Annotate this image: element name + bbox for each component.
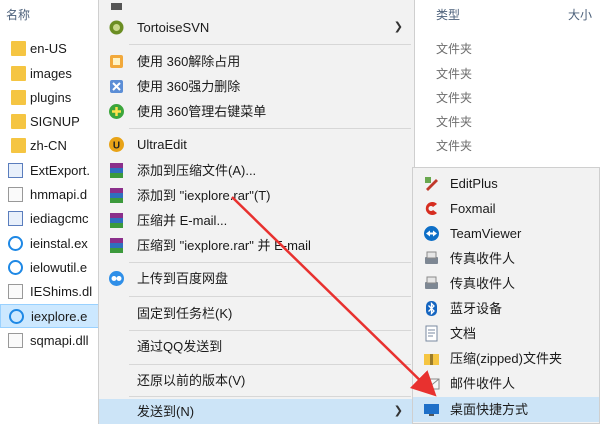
winrar-icon [108,162,125,179]
sendto-item-documents[interactable]: 文档 [413,321,599,346]
menu-item-pin-taskbar[interactable]: 固定到任务栏(K) [99,301,414,326]
chevron-right-icon: ❯ [393,21,403,33]
360-unlock-icon [108,53,125,70]
context-menu: TortoiseSVN ❯ 使用 360解除占用 使用 360强力删除 使用 3… [98,0,415,424]
menu-item-360-unlock[interactable]: 使用 360解除占用 [99,49,414,74]
teamviewer-icon [423,225,440,242]
file-row-iediagcmd[interactable]: iediagcmc [0,207,100,231]
dll-file-icon [8,187,23,202]
menu-item-restore-versions[interactable]: 还原以前的版本(V) [99,368,414,393]
file-row-ieshims[interactable]: IEShims.dl [0,280,100,304]
folder-icon [11,41,26,56]
file-type-cell: 文件夹 [436,67,473,81]
ie-icon [9,309,24,324]
mail-recipient-icon [423,375,440,392]
sendto-item-bluetooth[interactable]: 蓝牙设备 [413,296,599,321]
file-row-ielowutil[interactable]: ielowutil.e [0,256,100,280]
zip-folder-icon [423,350,440,367]
desktop-shortcut-icon [423,401,440,418]
folder-icon [11,66,26,81]
menu-separator [129,44,411,45]
menu-item-send-via-qq[interactable]: 通过QQ发送到 [99,334,414,359]
menu-separator [129,262,411,263]
exe-file-icon [8,163,23,178]
file-row-extexport[interactable]: ExtExport. [0,159,100,183]
menu-item-tortoisesvn[interactable]: TortoiseSVN ❯ [99,15,414,40]
foxmail-icon [423,200,440,217]
file-row-hmmapi[interactable]: hmmapi.d [0,183,100,207]
menu-item-360-delete[interactable]: 使用 360强力删除 [99,74,414,99]
file-type-cell: 文件夹 [436,42,473,56]
baidu-netdisk-icon [108,270,125,287]
360-menu-manage-icon [108,103,125,120]
sendto-item-fax-2[interactable]: 传真收件人 [413,271,599,296]
file-row-images[interactable]: images [0,62,100,86]
menu-item-baidu-upload[interactable]: 上传到百度网盘 [99,266,414,291]
ie-icon [8,260,23,275]
file-type-cell: 文件夹 [436,139,473,153]
bluetooth-icon [423,300,440,317]
winrar-icon [108,187,125,204]
file-row-iexplore[interactable]: iexplore.e [0,304,100,328]
folder-icon [11,114,26,129]
sendto-submenu: EditPlus Foxmail TeamViewer 传真收件人 传真收件人 … [412,167,600,424]
sendto-item-zip-folder[interactable]: 压缩(zipped)文件夹 [413,346,599,371]
file-row-plugins[interactable]: plugins [0,86,100,110]
menu-separator [129,396,411,397]
menu-separator [129,364,411,365]
ultraedit-icon: U [108,136,125,153]
winrar-icon [108,212,125,229]
folder-icon [11,90,26,105]
svg-text:U: U [113,141,120,152]
dll-file-icon [8,333,23,348]
360-delete-icon [108,78,125,95]
file-row-zh-cn[interactable]: zh-CN [0,134,100,158]
ie-icon [8,236,23,251]
editplus-icon [423,175,440,192]
chevron-right-icon: ❯ [393,405,403,417]
menu-item-compress-email[interactable]: 压缩并 E-mail... [99,208,414,233]
column-header-type[interactable]: 类型 [436,0,460,30]
file-row-en-us[interactable]: en-US [0,37,100,61]
documents-icon [423,325,440,342]
file-row-signup[interactable]: SIGNUP [0,110,100,134]
menu-item-compress-rar-email[interactable]: 压缩到 "iexplore.rar" 并 E-mail [99,233,414,258]
menu-item-send-to[interactable]: 发送到(N) ❯ [99,399,414,424]
file-row-sqmapi[interactable]: sqmapi.dll [0,329,100,353]
sendto-item-mail-recipient[interactable]: 邮件收件人 [413,371,599,396]
menu-item-360-manage[interactable]: 使用 360管理右键菜单 [99,99,414,124]
tortoisesvn-icon [108,19,125,36]
menu-separator [129,128,411,129]
file-type-cell: 文件夹 [436,115,473,129]
menu-separator [129,296,411,297]
menu-item-add-to-archive[interactable]: 添加到压缩文件(A)... [99,158,414,183]
dll-file-icon [8,284,23,299]
menu-separator [129,330,411,331]
folder-icon [11,138,26,153]
sendto-item-foxmail[interactable]: Foxmail [413,196,599,221]
column-header-size[interactable]: 大小 [568,0,592,30]
sendto-item-editplus[interactable]: EditPlus [413,171,599,196]
fax-icon [423,250,440,267]
menu-item-ultraedit[interactable]: U UltraEdit [99,132,414,157]
exe-file-icon [8,211,23,226]
file-row-ieinstal[interactable]: ieinstal.ex [0,232,100,256]
file-type-cell: 文件夹 [436,91,473,105]
sendto-item-fax-1[interactable]: 传真收件人 [413,246,599,271]
column-header-name[interactable]: 名称 [6,0,30,30]
sendto-item-desktop-shortcut[interactable]: 桌面快捷方式 [413,397,599,422]
menu-item-add-to-iexplore-rar[interactable]: 添加到 "iexplore.rar"(T) [99,183,414,208]
winrar-icon [108,237,125,254]
sendto-item-teamviewer[interactable]: TeamViewer [413,221,599,246]
fax-icon [423,275,440,292]
